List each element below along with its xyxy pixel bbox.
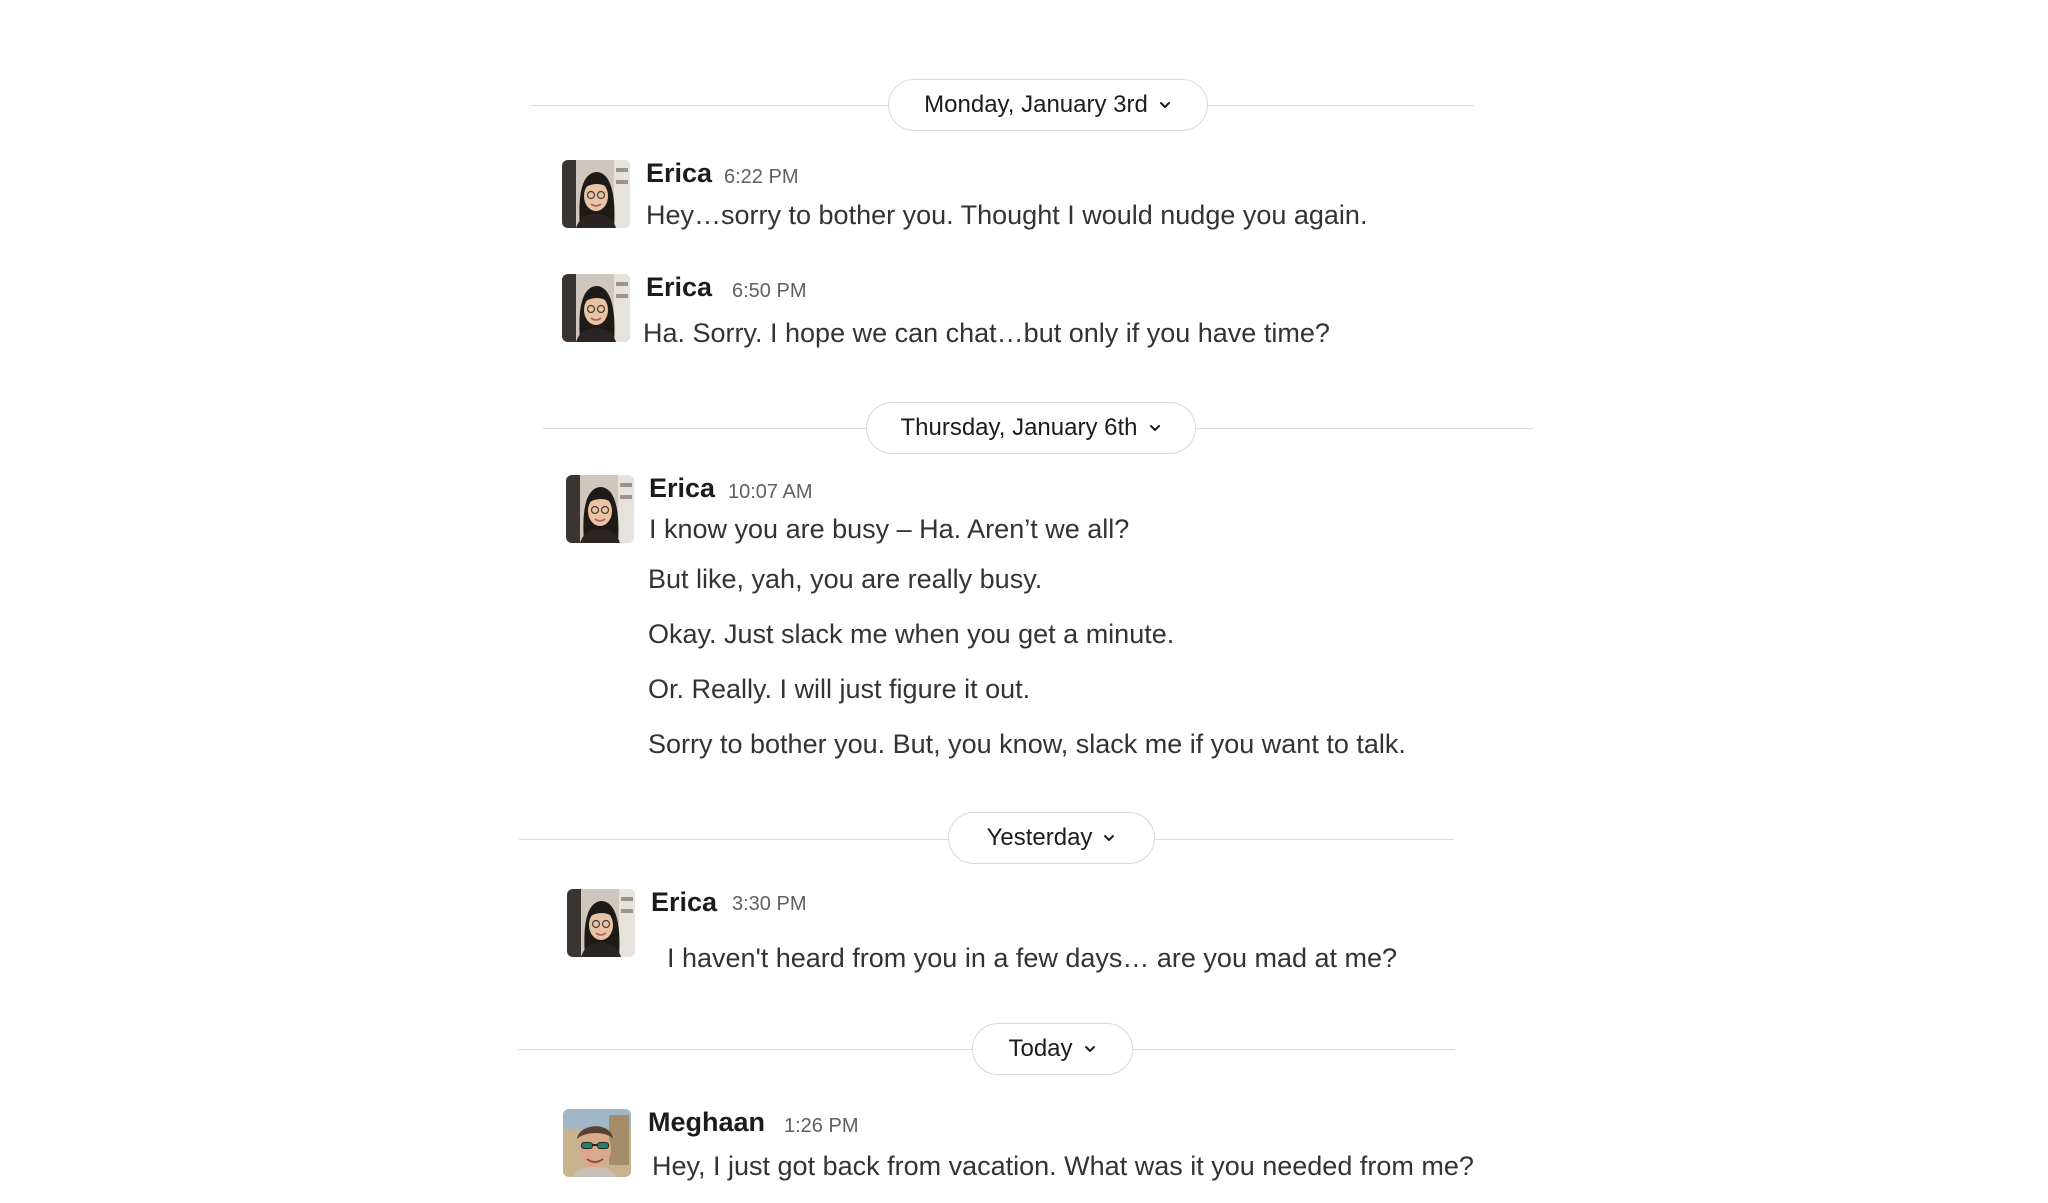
- message-text: Hey…sorry to bother you. Thought I would…: [646, 200, 1368, 230]
- message-text: I know you are busy – Ha. Aren’t we all?: [649, 514, 1130, 544]
- chevron-down-icon: [1148, 421, 1162, 435]
- date-divider-monday-jan-3[interactable]: Monday, January 3rd: [888, 79, 1208, 131]
- message-timestamp[interactable]: 6:50 PM: [732, 280, 806, 303]
- message-timestamp[interactable]: 10:07 AM: [728, 481, 813, 504]
- message-text: Or. Really. I will just figure it out.: [648, 674, 1031, 704]
- date-label: Thursday, January 6th: [900, 414, 1138, 441]
- message-text: Sorry to bother you. But, you know, slac…: [648, 729, 1406, 759]
- message-text: Hey, I just got back from vacation. What…: [652, 1151, 1474, 1181]
- date-label: Yesterday: [986, 824, 1093, 851]
- chevron-down-icon: [1102, 831, 1116, 845]
- message-text: Ha. Sorry. I hope we can chat…but only i…: [643, 318, 1330, 348]
- sender-name[interactable]: Erica: [649, 473, 715, 504]
- date-divider-today[interactable]: Today: [972, 1023, 1133, 1075]
- avatar[interactable]: [562, 274, 630, 342]
- sender-name[interactable]: Erica: [646, 272, 712, 303]
- chevron-down-icon: [1083, 1042, 1097, 1056]
- sender-name[interactable]: Meghaan: [648, 1107, 765, 1138]
- date-divider-thursday-jan-6[interactable]: Thursday, January 6th: [866, 402, 1196, 454]
- message-timestamp[interactable]: 1:26 PM: [784, 1115, 858, 1138]
- sender-name[interactable]: Erica: [651, 887, 717, 918]
- avatar[interactable]: [562, 160, 630, 228]
- avatar[interactable]: [567, 889, 635, 957]
- chevron-down-icon: [1158, 98, 1172, 112]
- date-label: Monday, January 3rd: [924, 91, 1148, 118]
- sender-name[interactable]: Erica: [646, 158, 712, 189]
- date-divider-yesterday[interactable]: Yesterday: [948, 812, 1155, 864]
- message-text: But like, yah, you are really busy.: [648, 564, 1043, 594]
- date-label: Today: [1008, 1035, 1073, 1062]
- message-text: I haven't heard from you in a few days… …: [667, 943, 1398, 973]
- message-timestamp[interactable]: 3:30 PM: [732, 893, 806, 916]
- message-text: Okay. Just slack me when you get a minut…: [648, 619, 1175, 649]
- avatar[interactable]: [566, 475, 634, 543]
- message-timestamp[interactable]: 6:22 PM: [724, 166, 798, 189]
- avatar[interactable]: [563, 1109, 631, 1177]
